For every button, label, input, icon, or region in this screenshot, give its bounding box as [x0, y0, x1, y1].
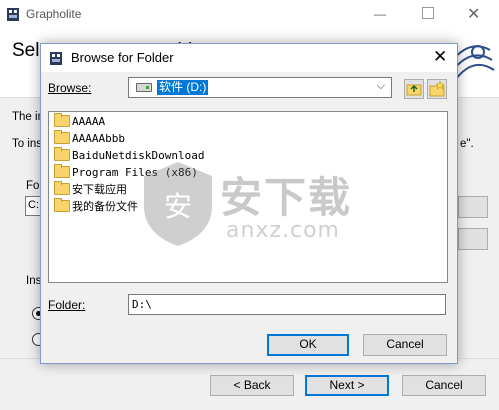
installer-titlebar: Grapholite — ✕ — [0, 0, 499, 30]
instruction-text: To ins — [12, 138, 43, 150]
folder-icon — [54, 130, 70, 144]
selected-location: 软件 (D:) — [157, 80, 209, 95]
browse-label: Browse: — [48, 81, 92, 95]
footer-cancel-button[interactable]: Cancel — [402, 375, 486, 396]
dialog-cancel-button[interactable]: Cancel — [363, 334, 447, 356]
dialog-close-icon[interactable]: ✕ — [433, 47, 447, 67]
list-item[interactable]: BaiduNetdiskDownload — [54, 147, 204, 164]
browse-location-combo[interactable]: 软件 (D:) ⌵ — [128, 77, 392, 98]
folder-icon — [54, 113, 70, 127]
folder-field-label: Folder: — [48, 298, 86, 312]
instruction-text-end: e". — [460, 138, 474, 150]
maximize-icon[interactable] — [422, 7, 434, 19]
browse-button[interactable] — [458, 196, 488, 218]
new-folder-button[interactable] — [427, 79, 447, 99]
list-item[interactable]: Program Files (x86) — [54, 164, 198, 181]
browse-for-folder-dialog: Browse for Folder ✕ Browse: 软件 (D:) ⌵ AA… — [40, 43, 458, 364]
chevron-down-icon[interactable]: ⌵ — [377, 80, 385, 93]
folder-list[interactable]: AAAAA AAAAAbbb BaiduNetdiskDownload Prog… — [48, 111, 448, 283]
list-item[interactable]: 我的备份文件 — [54, 198, 138, 215]
disk-cost-button[interactable] — [458, 228, 488, 250]
list-item[interactable]: AAAAA — [54, 113, 105, 130]
folder-icon — [54, 198, 70, 212]
minimize-icon[interactable]: — — [374, 7, 388, 21]
dialog-app-icon — [49, 50, 63, 66]
app-icon — [6, 6, 20, 22]
dialog-title: Browse for Folder — [71, 50, 174, 65]
close-icon[interactable]: ✕ — [467, 4, 480, 24]
folder-icon — [54, 164, 70, 178]
folder-path-input[interactable]: D:\ — [128, 294, 446, 315]
installer-footer: < Back Next > Cancel — [0, 358, 499, 410]
list-item[interactable]: 安下载应用 — [54, 181, 127, 198]
folder-icon — [54, 147, 70, 161]
ok-button[interactable]: OK — [267, 334, 349, 356]
window-title: Grapholite — [26, 7, 82, 21]
folder-icon — [54, 181, 70, 195]
back-button[interactable]: < Back — [210, 375, 294, 396]
next-button[interactable]: Next > — [305, 375, 389, 396]
drive-icon — [136, 83, 152, 92]
list-item[interactable]: AAAAAbbb — [54, 130, 125, 147]
dialog-titlebar: Browse for Folder ✕ — [41, 44, 457, 72]
up-one-level-button[interactable] — [404, 79, 424, 99]
